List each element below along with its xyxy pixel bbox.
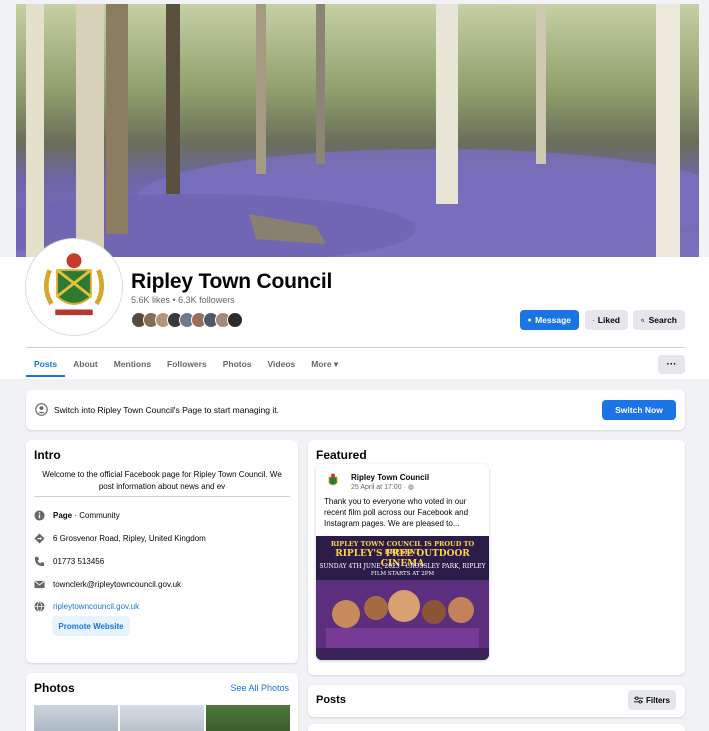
website-row: ripleytowncouncil.gov.uk [34,601,139,612]
photo-thumbnail[interactable] [120,705,204,731]
tab-about[interactable]: About [65,355,106,377]
intro-divider [34,496,290,497]
tabs-divider [26,347,685,348]
next-post-card [308,724,685,731]
category-name: · Community [72,511,120,520]
switch-banner-text: Switch into Ripley Town Council's Page t… [54,405,279,415]
poster-date-location: SUNDAY 4TH JUNE, 2023 · CROSSLEY PARK, R… [319,563,486,570]
tab-photos[interactable]: Photos [215,355,260,377]
photos-card: Photos See All Photos [26,673,298,731]
filters-label: Filters [645,695,670,705]
search-label: Search [648,315,677,325]
search-icon [641,318,645,322]
email-icon [34,580,45,589]
post-text: Thank you to everyone who voted in our r… [324,497,469,528]
filters-icon [633,696,643,704]
filters-button[interactable]: Filters [628,690,676,710]
switch-now-button[interactable]: Switch Now [602,400,676,420]
profile-switch-icon [35,403,48,416]
see-all-photos-link[interactable]: See All Photos [230,683,289,693]
message-label: Message [535,315,571,325]
photo-thumbnail[interactable] [206,705,290,731]
address-text: 6 Grosvenor Road, Ripley, United Kingdom [53,534,206,543]
intro-bio: Welcome to the official Facebook page fo… [42,470,282,491]
post-author-name[interactable]: Ripley Town Council [351,473,429,482]
page-category-row: Page · Community [34,510,120,521]
thumbs-up-icon [593,319,594,321]
promote-website-button[interactable]: Promote Website [52,616,130,636]
website-link[interactable]: ripleytowncouncil.gov.uk [53,602,139,611]
directions-icon [34,533,45,544]
liked-button[interactable]: Liked [585,310,628,330]
page-title: Ripley Town Council [131,270,333,293]
featured-card: Featured Ripley Town Council 25 April at… [308,440,685,675]
cover-photo [16,4,699,257]
posts-title: Posts [316,694,346,706]
featured-post[interactable]: Ripley Town Council 25 April at 17:00 · … [316,464,489,660]
tab-more[interactable]: More ▾ [303,355,346,377]
info-icon [34,510,45,521]
tab-posts[interactable]: Posts [26,355,66,377]
globe-icon [34,601,45,612]
photos-title: Photos [34,681,75,695]
tab-videos[interactable]: Videos [260,355,304,377]
page-stats[interactable]: 5.6K likes • 6.3K followers [131,295,235,305]
tab-mentions[interactable]: Mentions [106,355,159,377]
phone-icon [34,556,45,567]
posts-header-card: Posts Filters [308,685,685,717]
address-row: 6 Grosvenor Road, Ripley, United Kingdom [34,533,206,544]
globe-icon: ◍ [407,484,414,491]
messenger-icon [528,318,532,322]
cinema-poster-image[interactable]: RIPLEY TOWN COUNCIL IS PROUD TO PRESENT … [316,536,489,660]
page-avatar[interactable] [26,239,122,335]
post-date[interactable]: 25 April at 17:00 · ◍ [351,483,414,491]
phone-text: 01773 513456 [53,557,105,566]
page-tabs: Posts About Mentions Followers Photos Vi… [26,355,346,377]
liked-label: Liked [597,315,620,325]
follower-avatar[interactable] [227,312,243,328]
message-button[interactable]: Message [520,310,579,330]
poster-start-time: FILM STARTS AT 2PM [370,571,435,577]
search-button[interactable]: Search [633,310,685,330]
email-row: townclerk@ripleytowncouncil.gov.uk [34,579,181,590]
follower-faces[interactable] [131,312,243,328]
post-author-avatar[interactable] [324,472,342,490]
intro-title: Intro [34,448,61,462]
email-text[interactable]: townclerk@ripleytowncouncil.gov.uk [53,580,181,589]
tab-followers[interactable]: Followers [159,355,215,377]
phone-row: 01773 513456 [34,556,104,567]
photo-thumbnail[interactable] [34,705,118,731]
featured-title: Featured [316,448,367,462]
category-type: Page [53,511,73,520]
switch-profile-banner: Switch into Ripley Town Council's Page t… [26,390,685,430]
post-date-text: 25 April at 17:00 · [351,484,408,491]
more-options-button[interactable]: ··· [658,355,685,374]
intro-card: Intro Welcome to the official Facebook p… [26,440,298,663]
